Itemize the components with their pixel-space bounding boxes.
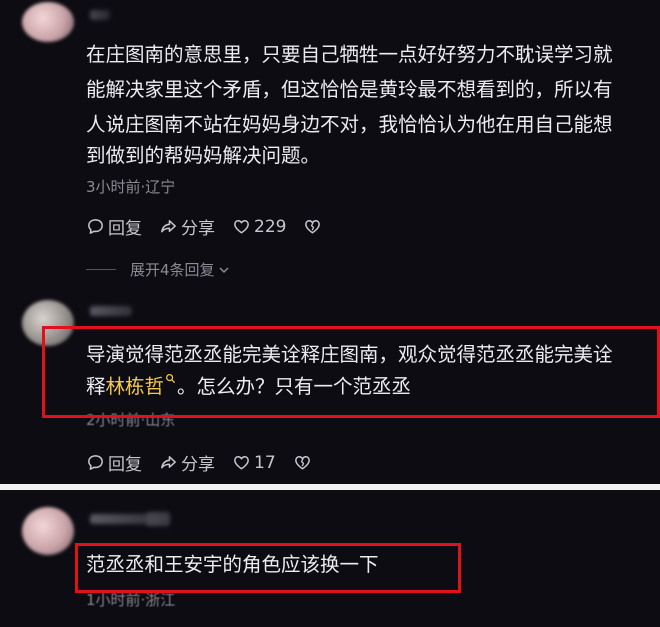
highlight-box xyxy=(75,543,461,593)
chat-bubble-icon xyxy=(88,455,103,470)
comment-1-actions: 回复 分享 229 xyxy=(86,214,342,239)
comment-2-actions: 回复 分享 17 xyxy=(86,450,332,475)
share-arrow-icon xyxy=(161,220,176,233)
dislike-button[interactable] xyxy=(303,217,325,236)
highlight-box xyxy=(42,326,660,418)
share-label: 分享 xyxy=(181,219,215,239)
share-button[interactable]: 分享 xyxy=(159,450,215,475)
expand-replies-label: 展开4条回复 xyxy=(130,261,215,279)
expand-replies-button[interactable]: 展开4条回复 xyxy=(86,259,230,280)
username-blurred[interactable] xyxy=(90,10,110,20)
section-divider xyxy=(0,484,660,490)
heart-icon xyxy=(234,220,249,234)
dislike-button[interactable] xyxy=(293,453,315,472)
heart-icon xyxy=(234,456,249,470)
share-arrow-icon xyxy=(161,456,176,469)
broken-heart-icon xyxy=(305,220,321,234)
avatar[interactable] xyxy=(22,2,74,42)
reply-button[interactable]: 回复 xyxy=(86,450,142,475)
share-label: 分享 xyxy=(181,455,215,475)
comment-1-line-3: 人说庄图南不站在妈妈身边不对，我恰恰认为他在用自己能想 xyxy=(86,113,613,136)
comment-feed: 在庄图南的意思里，只要自己牺牲一点好好努力不耽误学习就 能解决家里这个矛盾，但这… xyxy=(0,0,660,627)
broken-heart-icon xyxy=(294,456,310,470)
username-blurred[interactable] xyxy=(90,306,132,316)
share-button[interactable]: 分享 xyxy=(159,214,215,239)
chevron-down-icon xyxy=(219,266,229,273)
reply-label: 回复 xyxy=(108,455,142,475)
comment-1-line-2: 能解决家里这个矛盾，但这恰恰是黄玲最不想看到的，所以有 xyxy=(86,78,613,101)
avatar[interactable] xyxy=(22,507,74,555)
chat-bubble-icon xyxy=(88,219,103,234)
comment-1-line-4: 到做到的帮妈妈解决问题。 xyxy=(86,144,321,167)
reply-button[interactable]: 回复 xyxy=(86,214,142,239)
username-blurred-extra xyxy=(146,512,170,526)
comment-1-line-1: 在庄图南的意思里，只要自己牺牲一点好好努力不耽误学习就 xyxy=(86,43,613,66)
like-button[interactable]: 17 xyxy=(232,453,276,473)
reply-label: 回复 xyxy=(108,219,142,239)
like-count: 17 xyxy=(254,452,276,473)
like-count: 229 xyxy=(254,216,287,237)
expand-divider-line xyxy=(86,269,116,270)
comment-1-timestamp-location: 3小时前·辽宁 xyxy=(86,178,176,196)
like-button[interactable]: 229 xyxy=(232,217,286,237)
